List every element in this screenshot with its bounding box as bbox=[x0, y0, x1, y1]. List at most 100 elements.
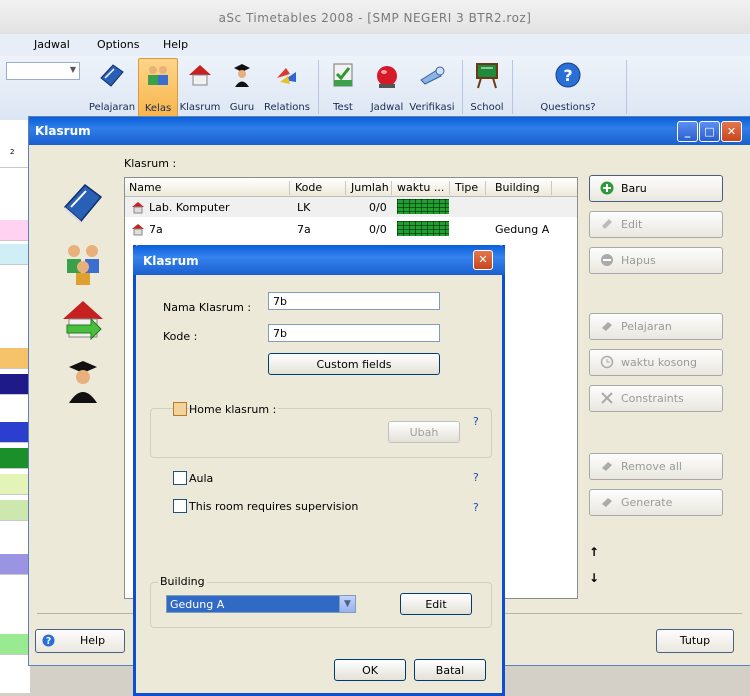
edit-label: Edit bbox=[621, 218, 643, 231]
column-kode[interactable]: Kode bbox=[295, 181, 346, 195]
close-icon[interactable]: ✕ bbox=[721, 121, 742, 142]
ribbon-klasrum-button[interactable]: Klasrum bbox=[178, 58, 222, 116]
help-button[interactable]: ? Help bbox=[35, 629, 125, 653]
menu-options[interactable]: Options bbox=[97, 38, 139, 51]
close-icon[interactable]: ✕ bbox=[473, 250, 493, 270]
book-icon bbox=[63, 183, 103, 224]
ribbon-separator bbox=[626, 60, 627, 114]
baru-button[interactable]: Baru bbox=[589, 175, 723, 202]
help-question-mark[interactable]: ? bbox=[473, 415, 479, 428]
move-up-arrow[interactable]: ↑ bbox=[589, 545, 599, 559]
ribbon-verifikasi-button[interactable]: Verifikasi bbox=[408, 58, 456, 116]
building-edit-button[interactable]: Edit bbox=[400, 593, 472, 615]
row-name: Lab. Komputer bbox=[149, 201, 230, 214]
dialog-title: Klasrum bbox=[143, 254, 199, 268]
tools-icon bbox=[601, 392, 613, 404]
toolbar-combo[interactable]: ▼ bbox=[6, 62, 80, 80]
graduate-icon bbox=[69, 361, 97, 403]
menu-help[interactable]: Help bbox=[163, 38, 188, 51]
custom-fields-button[interactable]: Custom fields bbox=[268, 353, 440, 375]
pelajaran-label: Pelajaran bbox=[621, 320, 672, 333]
help-question-mark[interactable]: ? bbox=[473, 471, 479, 484]
column-waktu[interactable]: waktu ... bbox=[397, 181, 450, 195]
ok-button[interactable]: OK bbox=[334, 659, 406, 681]
menu-jadwal[interactable]: Jadwal bbox=[34, 38, 70, 51]
ribbon-school-button[interactable]: School bbox=[468, 58, 506, 116]
kode-label: Kode : bbox=[163, 330, 198, 343]
ribbon-separator bbox=[462, 60, 463, 114]
ribbon-klasrum-label: Klasrum bbox=[179, 102, 221, 113]
ribbon-test-button[interactable]: Test bbox=[326, 58, 360, 116]
column-building[interactable]: Building bbox=[495, 181, 552, 195]
app-title-bar: aSc Timetables 2008 - [SMP NEGERI 3 BTR2… bbox=[0, 0, 750, 34]
waktu-kosong-label: waktu kosong bbox=[621, 356, 698, 369]
verify-icon bbox=[420, 66, 445, 85]
chevron-down-icon: ▼ bbox=[69, 65, 76, 74]
kode-input[interactable]: 7b bbox=[268, 324, 440, 342]
ribbon-kelas-button[interactable]: Kelas bbox=[138, 58, 178, 118]
nama-label: Nama Klasrum : bbox=[163, 301, 252, 314]
hapus-label: Hapus bbox=[621, 254, 656, 267]
generate-icon bbox=[602, 498, 612, 507]
waktu-kosong-button[interactable]: waktu kosong bbox=[589, 349, 723, 376]
table-row[interactable]: Lab. Komputer LK 0/0 bbox=[125, 197, 577, 217]
ribbon-jadwal-button[interactable]: Jadwal bbox=[366, 58, 408, 116]
move-down-arrow[interactable]: ↓ bbox=[589, 571, 599, 585]
ribbon-questions-button[interactable]: ? Questions? bbox=[536, 58, 600, 116]
edit-button[interactable]: Edit bbox=[589, 211, 723, 238]
help-question-mark[interactable]: ? bbox=[473, 501, 479, 514]
home-klasrum-checkbox[interactable] bbox=[173, 402, 187, 416]
building-select[interactable]: Gedung A ▼ bbox=[166, 595, 356, 613]
class-group-icon bbox=[148, 66, 168, 85]
ribbon-guru-button[interactable]: Guru bbox=[224, 58, 260, 116]
ribbon-verifikasi-label: Verifikasi bbox=[409, 102, 455, 113]
availability-grid bbox=[397, 199, 449, 214]
ubah-button[interactable]: Ubah bbox=[388, 421, 460, 443]
column-jumlah[interactable]: Jumlah bbox=[351, 181, 392, 195]
strip-cell bbox=[0, 554, 30, 575]
strip-cell bbox=[0, 374, 30, 395]
ribbon-separator bbox=[512, 60, 513, 114]
strip-cell bbox=[0, 500, 30, 521]
tutup-button[interactable]: Tutup bbox=[656, 629, 734, 653]
table-row[interactable]: 7a 7a 0/0 Gedung A bbox=[125, 219, 577, 239]
relations-icon bbox=[277, 68, 296, 84]
column-name[interactable]: Name bbox=[129, 181, 290, 195]
minimize-icon[interactable]: _ bbox=[677, 121, 698, 142]
alarm-icon bbox=[377, 66, 397, 88]
ribbon-relations-button[interactable]: Relations bbox=[262, 58, 312, 116]
chevron-down-icon[interactable]: ▼ bbox=[339, 595, 356, 613]
test-icon bbox=[333, 63, 353, 87]
batal-button[interactable]: Batal bbox=[414, 659, 486, 681]
klasrum-dialog: Klasrum ✕ Nama Klasrum : 7b Kode : 7b Cu… bbox=[133, 245, 505, 696]
supervision-checkbox[interactable] bbox=[173, 499, 187, 513]
hapus-button[interactable]: Hapus bbox=[589, 247, 723, 274]
ribbon-kelas-label: Kelas bbox=[144, 103, 172, 114]
column-tipe[interactable]: Tipe bbox=[455, 181, 486, 195]
aula-checkbox[interactable] bbox=[173, 471, 187, 485]
strip-cell bbox=[0, 448, 30, 469]
remove-all-button[interactable]: Remove all bbox=[589, 453, 723, 480]
generate-button[interactable]: Generate bbox=[589, 489, 723, 516]
home-klasrum-label: Home klasrum : bbox=[189, 403, 279, 416]
nama-klasrum-input[interactable]: 7b bbox=[268, 292, 440, 310]
ribbon-questions-label: Questions? bbox=[540, 102, 596, 113]
row-name: 7a bbox=[149, 223, 163, 236]
row-building: Gedung A bbox=[495, 223, 550, 236]
ribbon-guru-label: Guru bbox=[229, 102, 255, 113]
remove-all-label: Remove all bbox=[621, 460, 682, 473]
timetable-strip: 2 bbox=[0, 120, 30, 693]
building-selected-value: Gedung A bbox=[170, 598, 225, 611]
constraints-button[interactable]: Constraints bbox=[589, 385, 723, 412]
list-header: Name Kode Jumlah waktu ... Tipe Building bbox=[125, 178, 577, 197]
aula-label: Aula bbox=[189, 472, 214, 485]
strip-cell bbox=[0, 474, 30, 495]
maximize-icon[interactable]: □ bbox=[699, 121, 720, 142]
baru-label: Baru bbox=[621, 182, 647, 195]
class-group-icon bbox=[67, 245, 99, 285]
house-icon bbox=[189, 65, 211, 86]
pelajaran-button[interactable]: Pelajaran bbox=[589, 313, 723, 340]
plus-icon bbox=[600, 181, 614, 195]
ribbon-pelajaran-button[interactable]: Pelajaran bbox=[87, 58, 137, 116]
help-label: Help bbox=[80, 634, 106, 647]
